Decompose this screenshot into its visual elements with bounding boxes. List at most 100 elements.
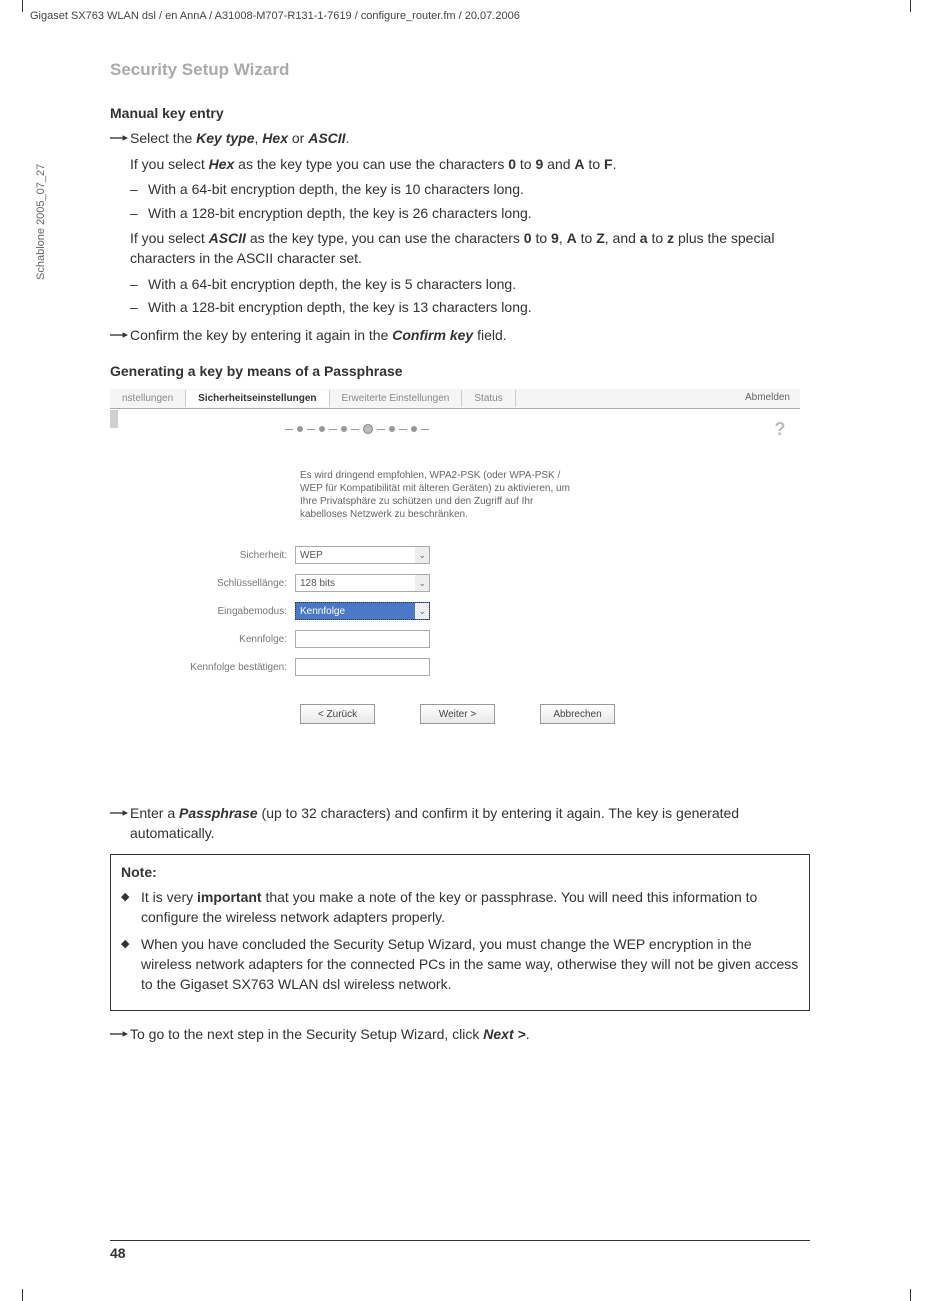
- text: z: [667, 230, 674, 246]
- text: 0: [508, 156, 516, 172]
- passphrase-input[interactable]: [295, 630, 430, 648]
- note-2: When you have concluded the Security Set…: [141, 935, 799, 994]
- page-number: 48: [110, 1240, 810, 1261]
- select-value: 128 bits: [300, 578, 335, 589]
- text: ASCII: [209, 230, 246, 246]
- text: a: [640, 230, 648, 246]
- text: to: [516, 156, 535, 172]
- confirm-key-text: Confirm the key by entering it again in …: [130, 326, 810, 346]
- tab-basic[interactable]: nstellungen: [110, 390, 186, 407]
- text: It is very: [141, 889, 197, 905]
- inputmode-label: Eingabemodus:: [160, 606, 295, 617]
- arrow-icon: [110, 326, 130, 346]
- inputmode-select[interactable]: Kennfolge ⌄: [295, 602, 430, 620]
- router-ui-screenshot: nstellungen Sicherheitseinstellungen Erw…: [110, 389, 800, 784]
- text: Enter a: [130, 805, 179, 821]
- keylength-label: Schlüssellänge:: [160, 578, 295, 589]
- arrow-icon: [110, 129, 130, 149]
- help-icon[interactable]: ?: [770, 419, 790, 439]
- header-path: Gigaset SX763 WLAN dsl / en AnnA / A3100…: [30, 10, 520, 22]
- section-title: Security Setup Wizard: [110, 60, 810, 80]
- passphrase-confirm-input[interactable]: [295, 658, 430, 676]
- security-select[interactable]: WEP ⌄: [295, 546, 430, 564]
- passphrase-label: Kennfolge:: [160, 634, 295, 645]
- text: Key type: [196, 130, 254, 146]
- text: Passphrase: [179, 805, 258, 821]
- text: If you select: [130, 230, 209, 246]
- next-step-text: To go to the next step in the Security S…: [130, 1025, 810, 1045]
- crop-mark: [22, 1289, 23, 1301]
- text: important: [197, 889, 262, 905]
- text: as the key type, you can use the charact…: [246, 230, 524, 246]
- text: .: [526, 1026, 530, 1042]
- tab-advanced[interactable]: Erweiterte Einstellungen: [330, 390, 463, 407]
- hex-64bit: With a 64-bit encryption depth, the key …: [148, 180, 524, 200]
- diamond-icon: ◆: [121, 935, 141, 994]
- dash: –: [130, 298, 148, 318]
- hex-intro: If you select Hex as the key type you ca…: [130, 155, 810, 175]
- tab-status[interactable]: Status: [462, 390, 515, 407]
- crop-mark: [22, 0, 23, 12]
- enter-passphrase-text: Enter a Passphrase (up to 32 characters)…: [130, 804, 810, 843]
- security-label: Sicherheit:: [160, 550, 295, 561]
- wizard-stepper: [285, 424, 429, 434]
- diamond-icon: ◆: [121, 888, 141, 927]
- text: If you select: [130, 156, 209, 172]
- chevron-down-icon: ⌄: [415, 575, 429, 591]
- select-keytype-text: Select the Key type, Hex or ASCII.: [130, 129, 810, 149]
- ascii-64bit: With a 64-bit encryption depth, the key …: [148, 275, 516, 295]
- template-version: Schablone 2005_07_27: [35, 164, 47, 280]
- text: Hex: [262, 130, 288, 146]
- text: Select the: [130, 130, 196, 146]
- dash: –: [130, 275, 148, 295]
- keylength-select[interactable]: 128 bits ⌄: [295, 574, 430, 592]
- text: 9: [551, 230, 559, 246]
- chevron-down-icon: ⌄: [415, 547, 429, 563]
- text: to: [648, 230, 667, 246]
- dash: –: [130, 180, 148, 200]
- arrow-icon: [110, 1025, 130, 1045]
- text: 0: [524, 230, 532, 246]
- text: or: [288, 130, 308, 146]
- next-button[interactable]: Weiter >: [420, 704, 495, 724]
- ascii-intro: If you select ASCII as the key type, you…: [130, 229, 810, 268]
- logout-link[interactable]: Abmelden: [745, 392, 790, 403]
- arrow-icon: [110, 804, 130, 824]
- back-button[interactable]: < Zurück: [300, 704, 375, 724]
- dash: –: [130, 204, 148, 224]
- select-value: Kennfolge: [300, 606, 345, 617]
- text: Confirm the key by entering it again in …: [130, 327, 392, 343]
- text: to: [577, 230, 596, 246]
- text: to: [585, 156, 604, 172]
- text: A: [574, 156, 584, 172]
- text: , and: [605, 230, 640, 246]
- note-title: Note:: [121, 863, 799, 883]
- cancel-button[interactable]: Abbrechen: [540, 704, 615, 724]
- hex-128bit: With a 128-bit encryption depth, the key…: [148, 204, 532, 224]
- text: A: [567, 230, 577, 246]
- tab-security[interactable]: Sicherheitseinstellungen: [186, 390, 329, 407]
- text: ,: [559, 230, 567, 246]
- security-description: Es wird dringend empfohlen, WPA2-PSK (od…: [300, 469, 570, 521]
- text: as the key type you can use the characte…: [234, 156, 508, 172]
- text: .: [346, 130, 350, 146]
- crop-mark: [910, 0, 911, 12]
- text: Next >: [483, 1026, 525, 1042]
- text: F: [604, 156, 613, 172]
- text: ASCII: [308, 130, 345, 146]
- note-box: Note: ◆ It is very important that you ma…: [110, 854, 810, 1012]
- crop-mark: [910, 1289, 911, 1301]
- text: .: [613, 156, 617, 172]
- note-1: It is very important that you make a not…: [141, 888, 799, 927]
- chevron-down-icon: ⌄: [415, 603, 429, 619]
- select-value: WEP: [300, 550, 323, 561]
- ascii-128bit: With a 128-bit encryption depth, the key…: [148, 298, 532, 318]
- text: To go to the next step in the Security S…: [130, 1026, 483, 1042]
- text: and: [543, 156, 574, 172]
- passphrase-confirm-label: Kennfolge bestätigen:: [160, 662, 295, 673]
- text: to: [532, 230, 551, 246]
- passphrase-heading: Generating a key by means of a Passphras…: [110, 363, 810, 379]
- manual-key-heading: Manual key entry: [110, 105, 810, 121]
- text: Hex: [209, 156, 235, 172]
- text: field.: [473, 327, 506, 343]
